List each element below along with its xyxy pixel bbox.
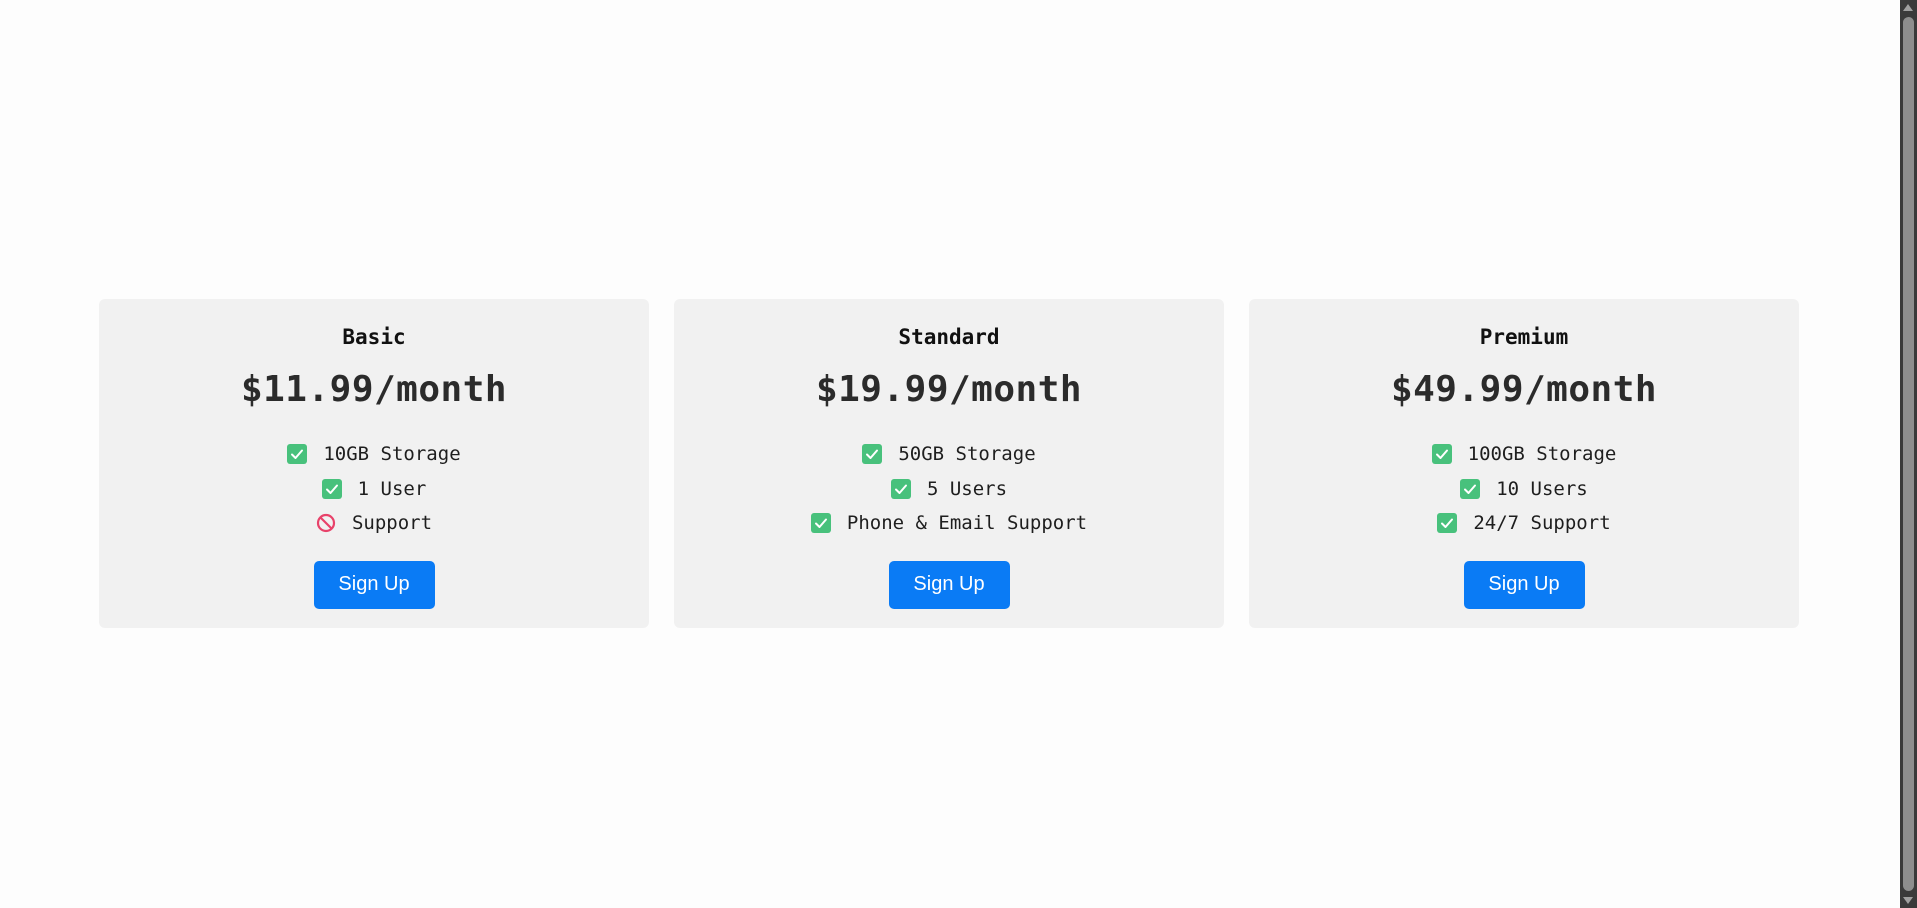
- plan-price: $19.99/month: [815, 369, 1083, 410]
- scroll-up-arrow-icon[interactable]: [1903, 4, 1913, 11]
- feature-text: 50GB Storage: [898, 443, 1036, 466]
- feature-item: 50GB Storage: [862, 437, 1036, 472]
- feature-item: 24/7 Support: [1437, 506, 1611, 541]
- no-entry-icon: [316, 513, 336, 533]
- feature-item: 1 User: [321, 472, 427, 507]
- feature-item: Support: [316, 506, 432, 541]
- sign-up-button[interactable]: Sign Up: [1463, 560, 1585, 609]
- sign-up-button[interactable]: Sign Up: [313, 560, 435, 609]
- feature-text: Phone & Email Support: [846, 512, 1088, 535]
- scroll-thumb[interactable]: [1903, 17, 1914, 891]
- pricing-cards: Basic $11.99/month 10GB Storage 1 User S…: [99, 299, 1799, 628]
- plan-price: $49.99/month: [1390, 369, 1658, 410]
- feature-text: 10GB Storage: [323, 443, 461, 466]
- feature-item: 100GB Storage: [1431, 437, 1617, 472]
- plan-name: Basic: [342, 325, 406, 349]
- page: Basic $11.99/month 10GB Storage 1 User S…: [0, 0, 1917, 908]
- check-icon: [890, 478, 911, 499]
- feature-item: 10GB Storage: [287, 437, 461, 472]
- check-icon: [1431, 444, 1452, 465]
- plan-card-premium: Premium $49.99/month 100GB Storage 10 Us…: [1249, 299, 1799, 628]
- feature-text: 100GB Storage: [1467, 443, 1617, 466]
- check-icon: [287, 444, 308, 465]
- feature-list: 10GB Storage 1 User Support: [287, 437, 461, 541]
- check-icon: [1460, 478, 1481, 499]
- sign-up-button[interactable]: Sign Up: [888, 560, 1010, 609]
- feature-text: 24/7 Support: [1473, 512, 1611, 535]
- feature-text: 5 Users: [926, 477, 1008, 500]
- feature-list: 100GB Storage 10 Users 24/7 Support: [1431, 437, 1617, 541]
- feature-item: 5 Users: [890, 472, 1008, 507]
- check-icon: [810, 513, 831, 534]
- check-icon: [862, 444, 883, 465]
- plan-price: $11.99/month: [240, 369, 508, 410]
- feature-text: 1 User: [357, 477, 427, 500]
- plan-name: Premium: [1479, 325, 1569, 349]
- plan-card-basic: Basic $11.99/month 10GB Storage 1 User S…: [99, 299, 649, 628]
- check-icon: [1437, 513, 1458, 534]
- feature-item: Phone & Email Support: [810, 506, 1088, 541]
- feature-list: 50GB Storage 5 Users Phone & Email Suppo…: [810, 437, 1088, 541]
- check-icon: [321, 478, 342, 499]
- plan-name: Standard: [898, 325, 1000, 349]
- vertical-scrollbar[interactable]: [1900, 0, 1917, 908]
- plan-card-standard: Standard $19.99/month 50GB Storage 5 Use…: [674, 299, 1224, 628]
- feature-text: 10 Users: [1496, 477, 1588, 500]
- feature-text: Support: [351, 512, 433, 535]
- scroll-down-arrow-icon[interactable]: [1903, 897, 1913, 904]
- feature-item: 10 Users: [1460, 472, 1588, 507]
